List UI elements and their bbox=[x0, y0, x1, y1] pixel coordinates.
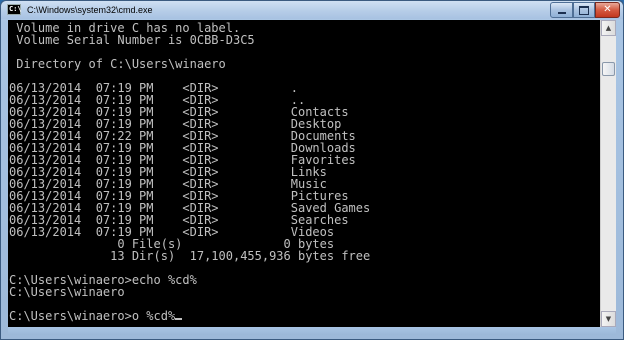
close-icon: ✕ bbox=[603, 4, 612, 15]
cmd-app-icon-label: C:\ bbox=[9, 5, 22, 13]
title-bar[interactable]: C:\ C:\Windows\system32\cmd.exe ✕ bbox=[1, 1, 623, 19]
console-line: 13 Dir(s) 17,100,455,936 bytes free bbox=[9, 250, 370, 262]
maximize-icon bbox=[579, 6, 589, 15]
scroll-up-button[interactable]: ▲ bbox=[601, 20, 616, 36]
console-line: C:\Users\winaero>o %cd% bbox=[9, 310, 370, 322]
console-line-text: 13 Dir(s) 17,100,455,936 bytes free bbox=[9, 249, 371, 263]
console-line-text: C:\Users\winaero>o %cd% bbox=[9, 309, 176, 323]
console-output[interactable]: Volume in drive C has no label. Volume S… bbox=[8, 20, 600, 327]
scrollbar-thumb[interactable] bbox=[602, 62, 615, 76]
text-cursor bbox=[175, 318, 183, 320]
window-title: C:\Windows\system32\cmd.exe bbox=[27, 5, 153, 15]
chevron-down-icon: ▼ bbox=[605, 315, 612, 323]
window-bottom-border bbox=[8, 327, 616, 335]
vertical-scrollbar[interactable]: ▲ ▼ bbox=[600, 20, 616, 327]
minimize-button[interactable] bbox=[550, 2, 573, 18]
minimize-icon bbox=[557, 12, 566, 14]
console-line-text: Volume Serial Number is 0CBB-D3C5 bbox=[9, 33, 255, 47]
maximize-button[interactable] bbox=[573, 2, 595, 18]
scroll-down-button[interactable]: ▼ bbox=[601, 311, 616, 327]
console-line-text: C:\Users\winaero bbox=[9, 285, 125, 299]
close-button[interactable]: ✕ bbox=[595, 2, 620, 18]
cmd-app-icon[interactable]: C:\ bbox=[7, 4, 22, 15]
console-line-text: Directory of C:\Users\winaero bbox=[9, 57, 226, 71]
console-line: Directory of C:\Users\winaero bbox=[9, 58, 370, 70]
console-line: Volume Serial Number is 0CBB-D3C5 bbox=[9, 34, 370, 46]
console-lines: Volume in drive C has no label. Volume S… bbox=[9, 22, 370, 322]
console-line: C:\Users\winaero bbox=[9, 286, 370, 298]
chevron-up-icon: ▲ bbox=[605, 24, 612, 32]
